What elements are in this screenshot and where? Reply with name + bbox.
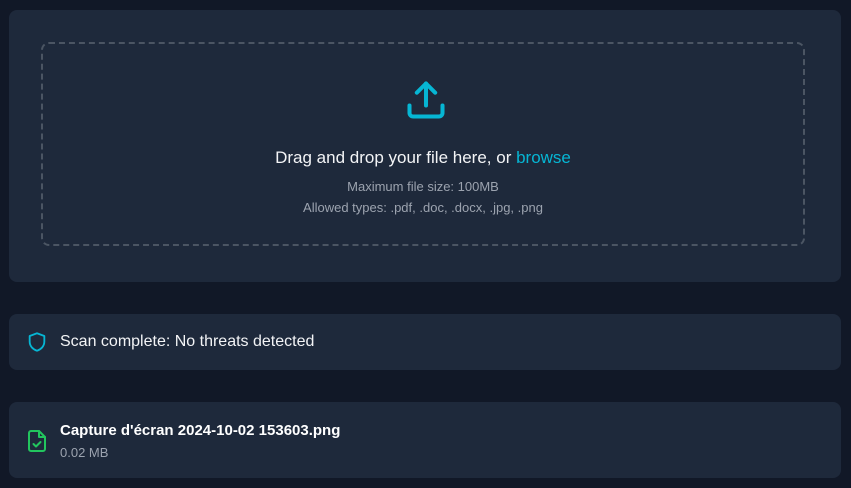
allowed-types-text: Allowed types: .pdf, .doc, .docx, .jpg, … bbox=[303, 200, 543, 215]
max-file-size-text: Maximum file size: 100MB bbox=[347, 179, 499, 194]
scan-status-text: Scan complete: No threats detected bbox=[60, 333, 315, 350]
file-check-icon bbox=[28, 430, 46, 452]
file-dropzone[interactable]: Drag and drop your file here, or browse … bbox=[41, 42, 805, 246]
browse-link[interactable]: browse bbox=[516, 148, 571, 167]
drop-instructions: Drag and drop your file here, or browse bbox=[43, 148, 803, 168]
upload-card: Drag and drop your file here, or browse … bbox=[9, 10, 841, 282]
shield-icon bbox=[28, 332, 46, 352]
scan-status-card: Scan complete: No threats detected bbox=[9, 314, 841, 370]
drop-text: Drag and drop your file here, or bbox=[275, 148, 517, 167]
file-name: Capture d'écran 2024-10-02 153603.png bbox=[60, 422, 341, 439]
file-size: 0.02 MB bbox=[60, 445, 109, 460]
upload-icon bbox=[407, 81, 445, 119]
uploaded-file-card: Capture d'écran 2024-10-02 153603.png 0.… bbox=[9, 402, 841, 478]
